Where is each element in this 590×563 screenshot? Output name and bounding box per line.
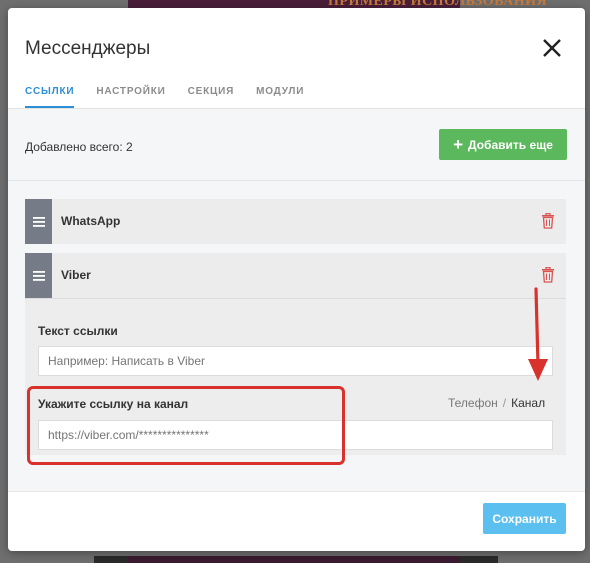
tab-settings[interactable]: НАСТРОЙКИ [96, 86, 165, 108]
trash-icon[interactable] [541, 267, 555, 283]
add-more-button[interactable]: + Добавить еще [439, 129, 567, 160]
trash-icon[interactable] [541, 213, 555, 229]
hamburger-icon [32, 216, 45, 227]
phone-channel-switch: Телефон / Канал [448, 396, 545, 410]
list-item-whatsapp[interactable]: WhatsApp [25, 199, 566, 244]
messengers-modal: Мессенджеры ССЫЛКИ НАСТРОЙКИ СЕКЦИЯ МОДУ… [8, 8, 585, 551]
switch-separator: / [502, 396, 507, 410]
section-divider [8, 180, 585, 181]
annotation-highlight-box [27, 386, 345, 465]
tab-section[interactable]: СЕКЦИЯ [188, 86, 234, 108]
drag-handle[interactable] [25, 199, 52, 244]
drag-handle[interactable] [25, 253, 52, 298]
close-button[interactable] [539, 35, 565, 61]
link-text-input[interactable] [38, 346, 553, 376]
item-name: Viber [61, 268, 91, 282]
footer-divider [8, 491, 585, 492]
add-more-label: Добавить еще [468, 137, 553, 152]
switch-option-phone[interactable]: Телефон [448, 396, 498, 410]
save-button[interactable]: Сохранить [483, 503, 566, 534]
hamburger-icon [32, 270, 45, 281]
annotation-arrow-icon [528, 287, 548, 381]
modal-tabs: ССЫЛКИ НАСТРОЙКИ СЕКЦИЯ МОДУЛИ [25, 86, 326, 108]
tab-links[interactable]: ССЫЛКИ [25, 86, 75, 108]
tab-modules[interactable]: МОДУЛИ [256, 86, 304, 108]
added-total-text: Добавлено всего: 2 [25, 140, 133, 154]
switch-option-channel[interactable]: Канал [511, 396, 545, 410]
link-text-label: Текст ссылки [38, 324, 118, 338]
background-bottom-inner [128, 556, 460, 563]
close-icon [543, 39, 561, 57]
modal-title: Мессенджеры [25, 38, 151, 59]
item-name: WhatsApp [61, 214, 121, 228]
plus-icon: + [453, 135, 463, 154]
list-item-viber[interactable]: Viber [25, 253, 566, 298]
